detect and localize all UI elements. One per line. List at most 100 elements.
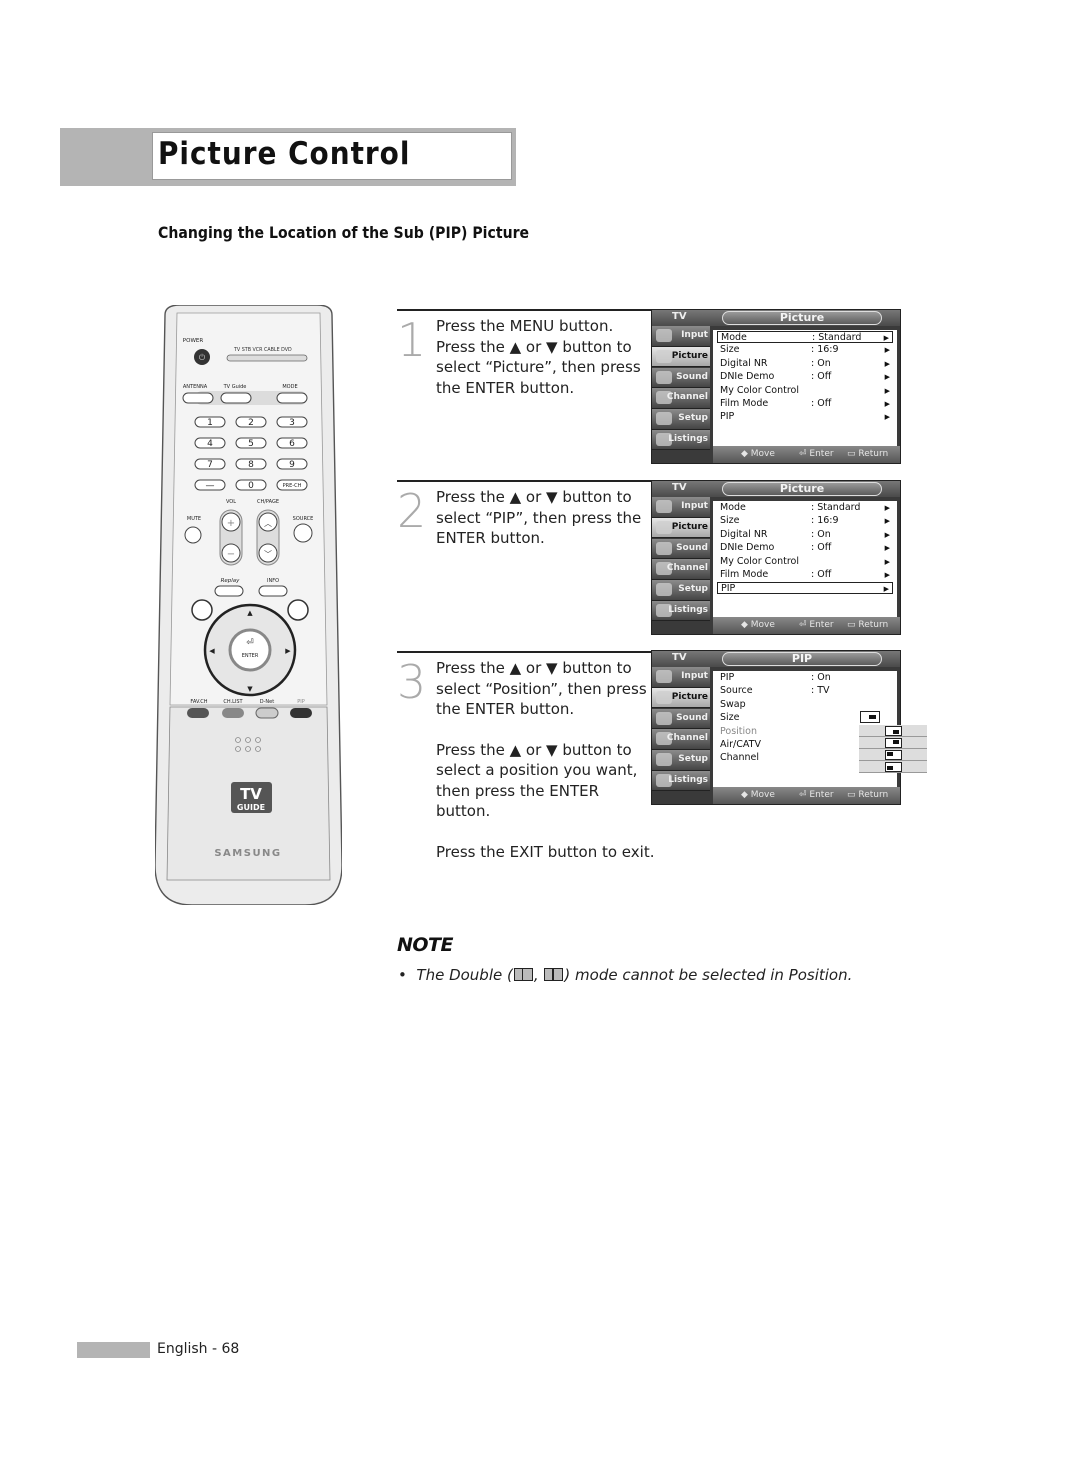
svg-text:9: 9 bbox=[289, 460, 295, 470]
osd-menu-row[interactable]: Mode: Standard ▶ bbox=[717, 502, 893, 514]
osd-sidebar-item-input[interactable]: Input bbox=[652, 326, 710, 347]
osd-sidebar-label: Picture bbox=[671, 350, 708, 361]
osd-sidebar-item-channel[interactable]: Channel bbox=[652, 729, 710, 750]
osd-row-name: Size bbox=[720, 515, 740, 527]
pip-position-option-top-right[interactable] bbox=[859, 737, 927, 749]
osd-panel: Mode: Standard ▶ Size: 16:9 ▶ Digital NR: On… bbox=[713, 330, 897, 446]
setup-icon bbox=[656, 753, 672, 767]
svg-text:TV STB VCR CABLE DVD: TV STB VCR CABLE DVD bbox=[233, 347, 292, 353]
osd-sidebar-item-input[interactable]: Input bbox=[652, 667, 710, 688]
osd-menu-row[interactable]: Source: TV bbox=[717, 685, 893, 697]
osd-menu-row[interactable]: Film Mode: Off ▶ bbox=[717, 398, 893, 410]
svg-text:4: 4 bbox=[207, 439, 213, 449]
osd-menu-row[interactable]: PIP ▶ bbox=[717, 582, 893, 595]
section-title: Changing the Location of the Sub (PIP) P… bbox=[158, 223, 530, 242]
picture-icon bbox=[656, 520, 672, 534]
osd-footer-move: ◆ Move bbox=[741, 790, 775, 800]
step-divider bbox=[397, 309, 652, 311]
pip-position-option-bottom-right[interactable] bbox=[859, 725, 927, 737]
osd-sidebar-item-setup[interactable]: Setup bbox=[652, 409, 710, 430]
osd-sidebar-label: Channel bbox=[666, 563, 708, 574]
svg-text:7: 7 bbox=[207, 460, 213, 470]
svg-text:CH/PAGE: CH/PAGE bbox=[257, 499, 279, 505]
step-instructions: Press the MENU button. Press the ▲ or ▼ … bbox=[436, 316, 656, 418]
osd-menu-row[interactable]: Digital NR: On ▶ bbox=[717, 358, 893, 370]
chevron-right-icon: ▶ bbox=[884, 359, 890, 368]
step-number: 2 bbox=[397, 484, 427, 538]
osd-sidebar-item-setup[interactable]: Setup bbox=[652, 750, 710, 771]
osd-row-name: Digital NR bbox=[720, 528, 768, 540]
pip-position-option-bottom-left[interactable] bbox=[859, 761, 927, 773]
osd-menu-row[interactable]: Mode: Standard ▶ bbox=[717, 331, 893, 343]
svg-text:▲: ▲ bbox=[247, 609, 253, 617]
osd-menu-screen: TV Picture Input Picture Sound Channel Setup Li… bbox=[651, 480, 901, 635]
osd-menu-row[interactable]: DNIe Demo: Off ▶ bbox=[717, 371, 893, 383]
svg-text:PIP: PIP bbox=[297, 699, 305, 705]
pip-position-icon bbox=[885, 750, 902, 760]
osd-sidebar-item-picture[interactable]: Picture bbox=[652, 517, 710, 539]
svg-text:ANTENNA: ANTENNA bbox=[183, 384, 208, 390]
svg-text:⏎: ⏎ bbox=[246, 638, 254, 648]
osd-menu-row[interactable]: Size: 16:9 ▶ bbox=[717, 344, 893, 356]
osd-menu-row[interactable]: Swap bbox=[717, 699, 893, 711]
svg-text:⏻: ⏻ bbox=[199, 353, 206, 362]
chevron-right-icon: ▶ bbox=[884, 413, 890, 422]
osd-row-value: : 16:9 bbox=[811, 344, 839, 356]
osd-menu-screen: TV Picture Input Picture Sound Channel Setup Li… bbox=[651, 309, 901, 464]
osd-row-name: DNIe Demo bbox=[720, 371, 775, 383]
osd-sidebar-item-listings[interactable]: Listings bbox=[652, 429, 710, 451]
osd-row-name: PIP bbox=[720, 672, 735, 683]
svg-text:D-Net: D-Net bbox=[260, 699, 274, 705]
step-divider bbox=[397, 651, 652, 653]
osd-sidebar-label: Picture bbox=[671, 691, 708, 702]
osd-menu-row[interactable]: DNIe Demo: Off ▶ bbox=[717, 542, 893, 554]
svg-text:2: 2 bbox=[248, 418, 254, 428]
osd-sidebar-item-sound[interactable]: Sound bbox=[652, 708, 710, 730]
osd-sidebar-label: Setup bbox=[678, 584, 708, 595]
chevron-right-icon: ▶ bbox=[884, 571, 890, 579]
osd-footer-return: ▭ Return bbox=[847, 449, 889, 459]
step-number: 1 bbox=[397, 313, 427, 367]
osd-row-value: : On bbox=[811, 528, 831, 540]
osd-sidebar-item-picture[interactable]: Picture bbox=[652, 346, 710, 368]
remote-control-illustration: POWER ⏻ TV STB VCR CABLE DVD ANTENNA TV … bbox=[155, 305, 342, 905]
osd-row-name: My Color Control bbox=[720, 555, 800, 567]
osd-row-value: : On bbox=[811, 357, 831, 369]
note-text-before: The Double ( bbox=[416, 966, 513, 984]
osd-row-value: : 16:9 bbox=[811, 515, 839, 527]
chevron-right-icon: ▶ bbox=[883, 585, 889, 594]
input-icon bbox=[656, 670, 672, 683]
osd-sidebar-item-input[interactable]: Input bbox=[652, 497, 710, 518]
osd-footer-move: ◆ Move bbox=[741, 620, 775, 630]
osd-row-name: Size bbox=[720, 344, 740, 356]
double-mode-alt-icon bbox=[544, 968, 564, 981]
osd-sidebar-item-channel[interactable]: Channel bbox=[652, 388, 710, 409]
chevron-right-icon: ▶ bbox=[884, 373, 890, 382]
osd-sidebar-label: Setup bbox=[678, 413, 708, 424]
osd-sidebar-item-picture[interactable]: Picture bbox=[652, 687, 710, 709]
osd-menu-row[interactable]: Size: 16:9 ▶ bbox=[717, 515, 893, 527]
osd-menu-row[interactable]: Film Mode: Off ▶ bbox=[717, 569, 893, 581]
osd-sidebar-label: Input bbox=[681, 671, 708, 681]
osd-menu-row[interactable]: Digital NR: On ▶ bbox=[717, 529, 893, 541]
osd-sidebar-item-sound[interactable]: Sound bbox=[652, 538, 710, 560]
osd-footer: ◆ Move ⏎ Enter ▭ Return bbox=[713, 446, 900, 463]
osd-sidebar-label: Channel bbox=[666, 392, 708, 403]
osd-menu-row[interactable]: My Color Control ▶ bbox=[717, 385, 893, 397]
osd-footer-enter-label: Enter bbox=[809, 790, 834, 800]
osd-sidebar-item-listings[interactable]: Listings bbox=[652, 770, 710, 792]
osd-sidebar-item-listings[interactable]: Listings bbox=[652, 600, 710, 622]
pip-position-option-top-left[interactable] bbox=[859, 749, 927, 761]
osd-menu-row[interactable]: PIP ▶ bbox=[717, 411, 893, 423]
osd-menu-row[interactable]: My Color Control ▶ bbox=[717, 556, 893, 568]
setup-icon bbox=[656, 412, 672, 426]
osd-menu-row[interactable]: PIP: On bbox=[717, 672, 893, 684]
osd-sidebar-item-sound[interactable]: Sound bbox=[652, 367, 710, 389]
osd-footer-enter: ⏎ Enter bbox=[799, 790, 834, 800]
osd-row-name: Source bbox=[720, 685, 753, 697]
svg-text:INFO: INFO bbox=[267, 578, 279, 584]
osd-sidebar-item-setup[interactable]: Setup bbox=[652, 580, 710, 601]
osd-sidebar-item-channel[interactable]: Channel bbox=[652, 559, 710, 580]
svg-text:﹀: ﹀ bbox=[264, 550, 272, 559]
osd-tv-label: TV bbox=[672, 652, 687, 663]
